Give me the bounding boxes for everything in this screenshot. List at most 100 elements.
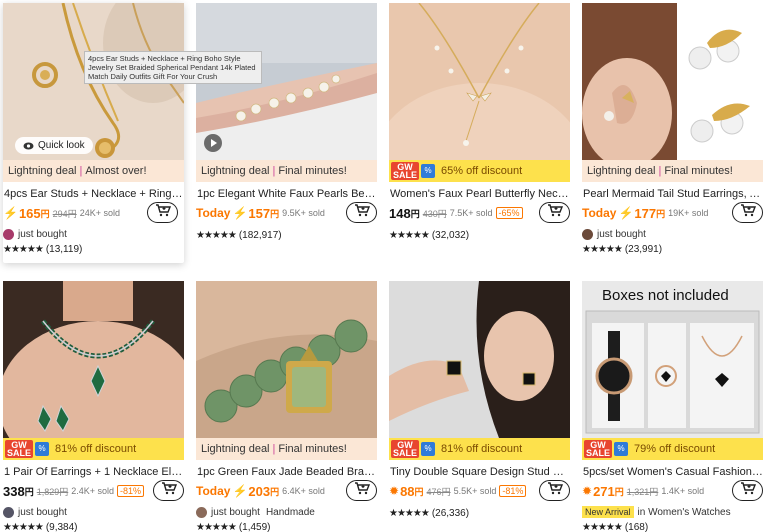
- lightning-icon: ⚡: [3, 206, 18, 220]
- star-rating-icon: ★★★★★: [389, 229, 430, 241]
- gw-sale-ribbon: GW SALE% 79% off discount: [582, 438, 763, 460]
- rating: ★★★★★ (32,032): [389, 228, 570, 242]
- product-image[interactable]: Boxes not included: [582, 281, 763, 438]
- product-title[interactable]: 1 Pair Of Earrings + 1 Necklace Elegant …: [3, 466, 184, 478]
- lightning-deal-ribbon: Lightning deal | Final minutes!: [196, 438, 377, 460]
- cart-icon: [547, 481, 563, 500]
- rating: ★★★★★ (13,119): [3, 242, 184, 256]
- price: 203: [248, 483, 271, 499]
- category-label[interactable]: in Women's Watches: [638, 507, 731, 518]
- sold-count: 6.4K+ sold: [282, 486, 325, 496]
- lightning-deal-ribbon: Lightning deal | Almost over!: [3, 160, 184, 182]
- gw-sale-ribbon: GW SALE% 65% off discount: [389, 160, 570, 182]
- product-card[interactable]: Boxes not included GW SALE% 79% off disco…: [582, 281, 763, 532]
- product-card[interactable]: GW SALE% 81% off discount 1 Pair Of Earri…: [3, 281, 184, 532]
- rating: ★★★★★ (182,917): [196, 228, 377, 242]
- product-card[interactable]: GW SALE% 81% off discount Tiny Double Squ…: [389, 281, 570, 520]
- cart-icon: [155, 203, 171, 222]
- product-image[interactable]: [196, 281, 377, 438]
- original-price: 476円: [426, 486, 451, 497]
- sold-count: 24K+ sold: [79, 208, 120, 218]
- discount-text: 65% off discount: [441, 165, 523, 177]
- discount-text: 81% off discount: [441, 443, 523, 455]
- gw-sale-badge-icon: GW SALE%: [391, 440, 436, 458]
- product-card[interactable]: Lightning deal | Final minutes! Pearl Me…: [582, 3, 763, 256]
- rating-count: (168): [624, 521, 649, 532]
- product-card[interactable]: Quick look Lightning deal | Almost over!…: [3, 3, 184, 263]
- original-price: 1,321円: [626, 486, 659, 497]
- star-rating-icon: ★★★★★: [389, 507, 430, 519]
- price: 148: [389, 205, 411, 221]
- rating: ★★★★★ (168): [582, 520, 763, 532]
- discount-text: 81% off discount: [55, 443, 137, 455]
- discount-text: 79% off discount: [634, 443, 716, 455]
- divider: |: [79, 165, 83, 177]
- today-label: Today: [196, 484, 231, 498]
- avatar: [3, 228, 14, 240]
- lightning-icon: ⚡: [618, 206, 634, 220]
- sold-count: 19K+ sold: [668, 208, 709, 218]
- product-image[interactable]: [389, 281, 570, 438]
- quick-look-label: Quick look: [38, 140, 85, 151]
- price-row: 338 円 1,829円 2.4K+ sold -81%: [3, 480, 184, 502]
- product-title[interactable]: Tiny Double Square Design Stud Earrings: [389, 466, 570, 478]
- add-to-cart-button[interactable]: [346, 480, 377, 501]
- today-label: Today: [196, 206, 231, 220]
- gw-sale-ribbon: GW SALE% 81% off discount: [3, 438, 184, 460]
- quick-look-button[interactable]: Quick look: [15, 137, 93, 154]
- play-video-icon[interactable]: [204, 134, 222, 152]
- add-to-cart-button[interactable]: [153, 480, 184, 501]
- product-title[interactable]: 1pc Green Faux Jade Beaded Bracelet Eleg…: [196, 466, 377, 478]
- discount-badge: -81%: [499, 485, 527, 497]
- price-row: ✹ 271 円 1,321円 1.4K+ sold: [582, 480, 763, 502]
- product-image[interactable]: [582, 3, 763, 160]
- product-card[interactable]: Lightning deal | Final minutes! 1pc Gree…: [196, 281, 377, 532]
- product-title[interactable]: 5pcs/set Women's Casual Fashion Quartz W…: [582, 466, 763, 478]
- price-row: ⚡ 165 円 294円 24K+ sold: [3, 202, 184, 224]
- category-info: New Arrival in Women's Watches: [582, 504, 763, 520]
- rating-count: (1,459): [238, 521, 271, 532]
- ribbon-status: Final minutes!: [664, 165, 733, 177]
- product-title[interactable]: Pearl Mermaid Tail Stud Earrings, Alloy …: [582, 188, 763, 200]
- divider: |: [272, 443, 276, 455]
- star-rating-icon: ★★★★★: [582, 243, 623, 255]
- divider: |: [658, 165, 662, 177]
- lightning-deal-ribbon: Lightning deal | Final minutes!: [196, 160, 377, 182]
- currency: 円: [414, 486, 424, 497]
- product-image[interactable]: [389, 3, 570, 160]
- just-bought-label: just bought: [211, 506, 260, 518]
- add-to-cart-button[interactable]: [539, 202, 570, 223]
- add-to-cart-button[interactable]: [732, 202, 763, 223]
- add-to-cart-button[interactable]: [539, 480, 570, 501]
- add-to-cart-button[interactable]: [346, 202, 377, 223]
- price: 177: [634, 205, 657, 221]
- product-card[interactable]: Lightning deal | Final minutes! 1pc Eleg…: [196, 3, 377, 242]
- add-to-cart-button[interactable]: [732, 480, 763, 501]
- sold-count: 2.4K+ sold: [71, 486, 115, 496]
- rating-count: (23,991): [624, 243, 663, 255]
- price-row: ✹ 88 円 476円 5.5K+ sold -81%: [389, 480, 570, 502]
- product-title[interactable]: Women's Faux Pearl Butterfly Necklace, E…: [389, 188, 570, 200]
- sold-count: 1.4K+ sold: [661, 486, 705, 496]
- original-price: 294円: [52, 208, 77, 219]
- product-image[interactable]: [3, 281, 184, 438]
- product-title[interactable]: 1pc Elegant White Faux Pearls Beads Brac…: [196, 188, 377, 200]
- ribbon-status: Final minutes!: [278, 443, 347, 455]
- rating-count: (26,336): [431, 507, 470, 519]
- currency: 円: [614, 486, 624, 497]
- ribbon-label: Lightning deal: [201, 165, 270, 177]
- product-card[interactable]: GW SALE% 65% off discount Women's Faux Pe…: [389, 3, 570, 242]
- just-bought-label: just bought: [18, 228, 67, 240]
- ribbon-status: Final minutes!: [278, 165, 347, 177]
- add-to-cart-button[interactable]: [147, 202, 178, 223]
- avatar: [3, 506, 14, 518]
- title-tooltip: 4pcs Ear Studs + Necklace + Ring Boho St…: [84, 51, 262, 84]
- gw-sale-badge-icon: GW SALE%: [5, 440, 50, 458]
- star-rating-icon: ★★★★★: [196, 521, 237, 532]
- product-title[interactable]: 4pcs Ear Studs + Necklace + Ring Boho St…: [3, 188, 184, 200]
- avatar: [582, 228, 593, 240]
- social-proof: just bought: [3, 504, 184, 520]
- social-proof: just bought: [582, 226, 763, 242]
- social-proof: just bought Handmade: [196, 504, 377, 520]
- just-bought-label: just bought: [597, 228, 646, 240]
